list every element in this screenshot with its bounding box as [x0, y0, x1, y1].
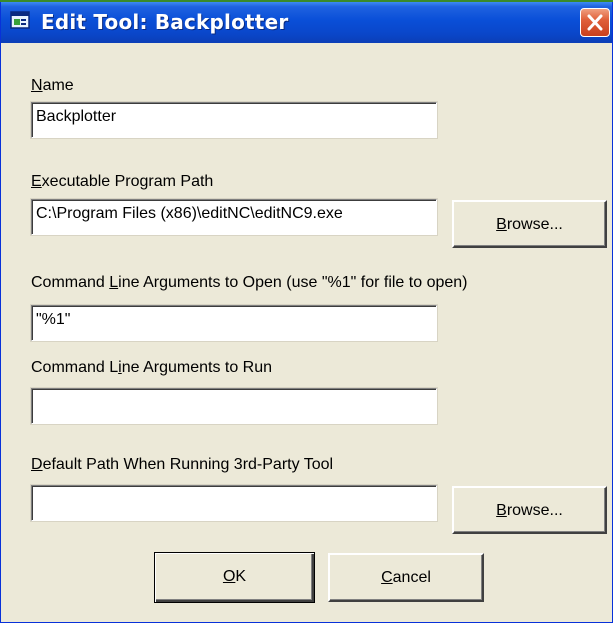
default-path-input[interactable] — [30, 484, 438, 522]
close-button[interactable] — [580, 8, 610, 37]
run-args-label: Command Line Arguments to Run — [31, 359, 273, 376]
name-label: Name — [31, 77, 74, 94]
title-bar[interactable]: Edit Tool: Backplotter — [1, 2, 612, 43]
edit-tool-dialog: Edit Tool: Backplotter Name Backplotter … — [0, 2, 613, 623]
name-input[interactable]: Backplotter — [30, 101, 438, 139]
browse-executable-button[interactable]: Browse... — [452, 200, 607, 248]
cancel-button[interactable]: Cancel — [328, 553, 484, 602]
executable-path-input[interactable]: C:\Program Files (x86)\editNC\editNC9.ex… — [30, 198, 438, 236]
executable-path-label: Executable Program Path — [31, 173, 214, 190]
ok-button[interactable]: OK — [154, 552, 315, 603]
run-args-input[interactable] — [30, 387, 438, 425]
default-path-label: Default Path When Running 3rd-Party Tool — [31, 456, 334, 473]
window-title: Edit Tool: Backplotter — [41, 10, 289, 34]
app-window-icon — [10, 11, 30, 29]
open-args-label: Command Line Arguments to Open (use "%1"… — [31, 274, 468, 291]
browse-default-path-button[interactable]: Browse... — [452, 486, 607, 534]
close-icon — [587, 14, 603, 31]
open-args-input[interactable]: "%1" — [30, 304, 438, 342]
